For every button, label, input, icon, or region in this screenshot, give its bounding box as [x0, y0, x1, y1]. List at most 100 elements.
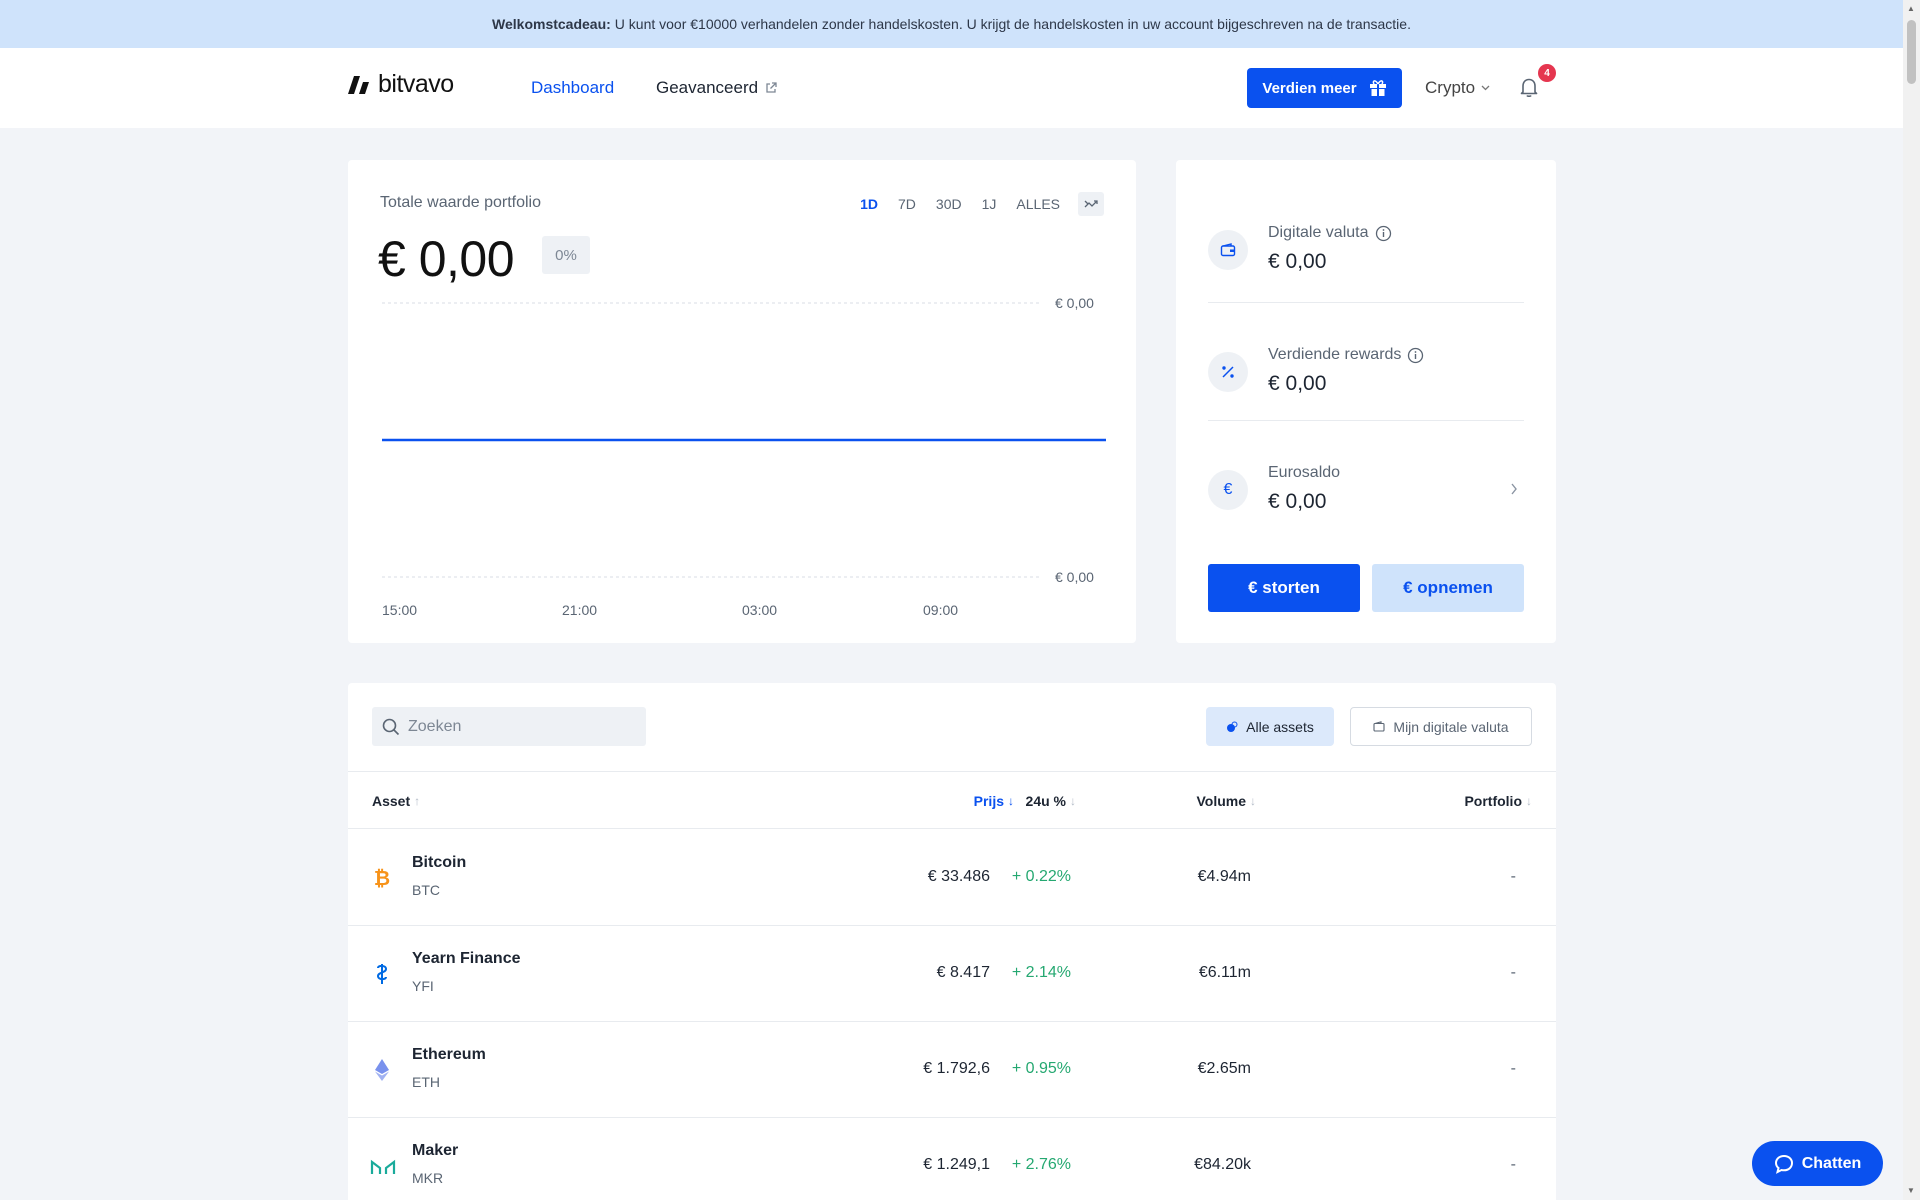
maker-icon [370, 1154, 396, 1178]
yearn-icon [370, 962, 394, 986]
filter-all-assets-button[interactable]: Alle assets [1206, 707, 1334, 746]
column-volume[interactable]: Volume ↓ [1196, 793, 1256, 809]
asset-symbol: ETH [412, 1074, 440, 1090]
y-tick-label: € 0,00 [1055, 569, 1094, 585]
asset-change: + 2.76% [1011, 1156, 1071, 1173]
digital-currency-label-text: Digitale valuta [1268, 224, 1369, 241]
scroll-thumb[interactable] [1907, 20, 1916, 84]
promo-text: U kunt voor €10000 verhandelen zonder ha… [614, 16, 1411, 32]
table-row[interactable]: Yearn Finance YFI € 8.417 + 2.14% €6.11m - [348, 926, 1556, 1022]
scroll-down-arrow-icon[interactable]: ▼ [1907, 1186, 1915, 1195]
asset-volume: €4.94m [1197, 868, 1251, 885]
euro-balance-label: Eurosaldo [1268, 464, 1340, 482]
column-change[interactable]: 24u % ↓ [1026, 793, 1076, 809]
sort-down-arrow-icon: ↓ [1070, 794, 1076, 808]
x-tick-label: 09:00 [923, 602, 958, 618]
table-header: Asset ↑ Prijs ↓ 24u % ↓ Volume ↓ Portfol… [348, 771, 1556, 829]
notifications-button[interactable] [1518, 76, 1540, 103]
filter-mine-label: Mijn digitale valuta [1393, 718, 1509, 735]
search-icon [382, 718, 400, 735]
ethereum-icon [370, 1058, 394, 1082]
nav-advanced-label: Geavanceerd [656, 78, 759, 97]
chat-label: Chatten [1801, 1154, 1862, 1172]
summary-card: Digitale valuta € 0,00 Verdiende rewards [1176, 160, 1556, 643]
notification-badge: 4 [1538, 64, 1556, 82]
asset-portfolio: - [1510, 1156, 1516, 1173]
asset-volume: €6.11m [1198, 964, 1251, 981]
info-icon[interactable] [1407, 347, 1424, 364]
asset-name: Maker [412, 1142, 459, 1159]
asset-name: Bitcoin [412, 854, 467, 871]
sort-up-arrow-icon: ↑ [414, 794, 421, 808]
filter-my-digital-currency-button[interactable]: Mijn digitale valuta [1350, 707, 1532, 746]
withdraw-button[interactable]: € opnemen [1372, 564, 1524, 612]
wallet-icon [1208, 230, 1248, 270]
search-box[interactable] [372, 707, 646, 746]
asset-volume: €2.65m [1197, 1060, 1251, 1077]
euro-balance-value: € 0,00 [1268, 490, 1327, 513]
sort-down-arrow-icon: ↓ [1526, 794, 1532, 808]
portfolio-card: Totale waarde portfolio € 0,00 0% 1D 7D 30… [348, 160, 1136, 643]
euro-balance-row[interactable]: € Eurosaldo € 0,00 [1208, 460, 1524, 520]
asset-change: + 2.14% [1011, 964, 1071, 981]
asset-name: Ethereum [412, 1046, 486, 1063]
logo[interactable]: bitvavo [348, 70, 454, 99]
x-tick-label: 15:00 [382, 602, 417, 618]
summary-divider [1208, 420, 1524, 421]
table-row[interactable]: ₿ Bitcoin BTC € 33.486 + 0.22% €4.94m - [348, 830, 1556, 926]
digital-currency-row: Digitale valuta € 0,00 [1208, 220, 1524, 280]
earn-more-button[interactable]: Verdien meer [1247, 68, 1402, 108]
chevron-right-icon[interactable] [1510, 482, 1518, 500]
promo-title: Welkomstcadeau: [492, 16, 611, 32]
column-portfolio[interactable]: Portfolio ↓ [1464, 793, 1532, 809]
gift-icon [1369, 80, 1386, 96]
asset-volume: €84.20k [1194, 1156, 1251, 1173]
percent-icon [1208, 352, 1248, 392]
sort-down-arrow-icon: ↓ [1250, 794, 1256, 808]
chevron-down-icon [1481, 85, 1490, 91]
column-price[interactable]: Prijs ↓ [974, 793, 1014, 809]
bitvavo-logo-icon [348, 75, 369, 94]
info-icon[interactable] [1375, 225, 1392, 242]
asset-symbol: BTC [412, 882, 440, 898]
crypto-dropdown[interactable]: Crypto [1425, 78, 1490, 98]
wallet-icon [1373, 721, 1385, 732]
scroll-up-arrow-icon[interactable]: ▲ [1907, 4, 1915, 13]
rewards-label-text: Verdiende rewards [1268, 346, 1402, 363]
y-tick-label: € 0,00 [1055, 295, 1094, 311]
x-tick-label: 21:00 [562, 602, 597, 618]
chat-button[interactable]: Chatten [1752, 1141, 1883, 1186]
column-change-label: 24u % [1025, 793, 1066, 809]
nav-dashboard[interactable]: Dashboard [531, 78, 614, 98]
crypto-dropdown-label: Crypto [1425, 78, 1476, 97]
sort-down-arrow-icon: ↓ [1008, 794, 1014, 808]
promo-banner: Welkomstcadeau: U kunt voor €10000 verha… [0, 0, 1903, 48]
table-row[interactable]: Maker MKR € 1.249,1 + 2.76% €84.20k - [348, 1118, 1556, 1200]
rewards-value: € 0,00 [1268, 372, 1327, 395]
page-scrollbar[interactable]: ▲ ▼ [1903, 0, 1920, 1200]
rewards-row: Verdiende rewards € 0,00 [1208, 342, 1524, 402]
svg-text:₿: ₿ [374, 866, 390, 890]
summary-divider [1208, 302, 1524, 303]
bitcoin-icon: ₿ [370, 866, 394, 890]
chat-bubble-icon [1774, 1154, 1793, 1174]
euro-balance-label-text: Eurosaldo [1268, 464, 1341, 481]
coins-icon [1227, 721, 1238, 732]
asset-symbol: MKR [412, 1170, 444, 1186]
table-row[interactable]: Ethereum ETH € 1.792,6 + 0.95% €2.65m - [348, 1022, 1556, 1118]
asset-portfolio: - [1510, 868, 1516, 885]
asset-change: + 0.95% [1011, 1060, 1071, 1077]
bell-icon [1520, 78, 1538, 98]
logo-text: bitvavo [378, 70, 454, 98]
euro-icon: € [1208, 470, 1248, 510]
header: bitvavo Dashboard Geavanceerd Verdien me… [0, 48, 1903, 128]
search-input[interactable] [408, 717, 638, 736]
deposit-button[interactable]: € storten [1208, 564, 1360, 612]
nav-advanced[interactable]: Geavanceerd [656, 78, 777, 98]
asset-portfolio: - [1510, 964, 1516, 981]
asset-change: + 0.22% [1011, 868, 1071, 885]
column-asset[interactable]: Asset ↑ [372, 793, 420, 809]
asset-portfolio: - [1510, 1060, 1516, 1077]
digital-currency-value: € 0,00 [1268, 250, 1327, 273]
column-volume-label: Volume [1196, 793, 1246, 809]
